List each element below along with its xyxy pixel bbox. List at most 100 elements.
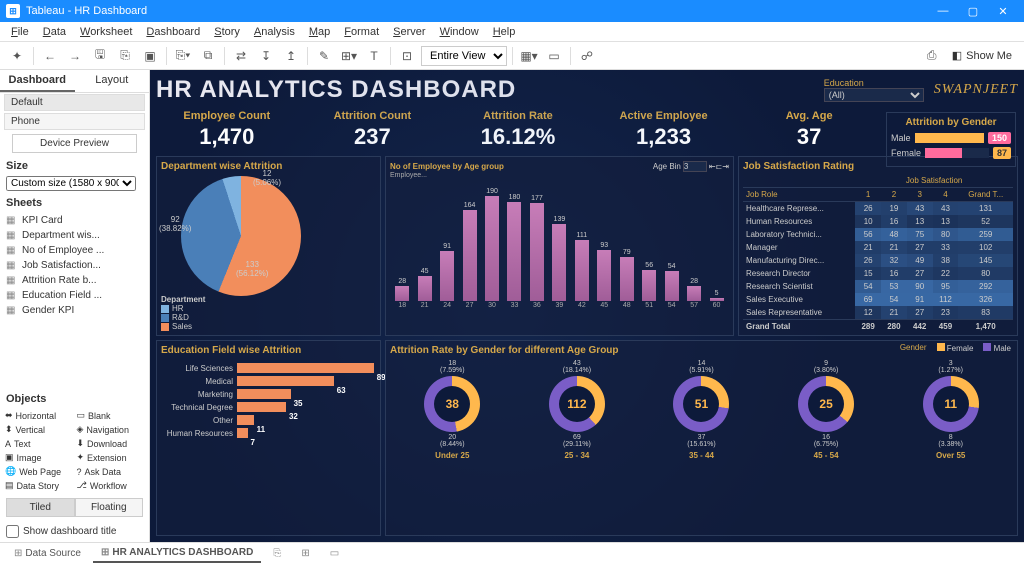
- sort-asc-button[interactable]: ↧: [255, 46, 277, 66]
- author-logo: SWAPNJEET: [934, 82, 1018, 98]
- age-bin-control[interactable]: Age Bin ⇤⊏⇥: [653, 161, 729, 172]
- forward-button[interactable]: →: [64, 46, 86, 66]
- donut-over-55: 3(1.27%)118(3.38%)Over 55: [923, 360, 979, 460]
- new-datasource-button[interactable]: ⎘: [114, 46, 136, 66]
- minimize-button[interactable]: —: [928, 5, 958, 17]
- menu-help[interactable]: Help: [486, 24, 523, 40]
- device-phone[interactable]: Phone: [4, 113, 145, 130]
- show-title-input[interactable]: [6, 525, 19, 538]
- sheet-item[interactable]: ▦Job Satisfaction...: [0, 258, 149, 273]
- guide-icon[interactable]: ⎙: [921, 46, 943, 66]
- age-histogram: 2818452191241642719030180331773613939111…: [390, 179, 729, 309]
- object-data-story[interactable]: ▤Data Story: [4, 479, 74, 492]
- share-button[interactable]: ☍: [576, 46, 598, 66]
- menu-story[interactable]: Story: [207, 24, 247, 40]
- object-ask-data[interactable]: ?Ask Data: [76, 465, 146, 478]
- sheet-item[interactable]: ▦No of Employee ...: [0, 243, 149, 258]
- menu-data[interactable]: Data: [36, 24, 73, 40]
- show-title-checkbox[interactable]: Show dashboard title: [0, 521, 149, 542]
- object-web-page[interactable]: 🌐Web Page: [4, 465, 74, 478]
- tiled-button[interactable]: Tiled: [6, 498, 75, 517]
- pause-button[interactable]: ▣: [139, 46, 161, 66]
- kpi-card: Employee Count1,470: [156, 108, 298, 152]
- maximize-button[interactable]: ▢: [958, 5, 988, 18]
- size-selector[interactable]: Custom size (1580 x 900): [6, 176, 136, 191]
- sheet-tabs: ⊞Data Source ⊞HR ANALYTICS DASHBOARD ⎘ ⊞…: [0, 542, 1024, 564]
- sheet-item[interactable]: ▦Gender KPI: [0, 303, 149, 318]
- fit-selector[interactable]: Entire View: [421, 46, 507, 66]
- sheet-item[interactable]: ▦KPI Card: [0, 213, 149, 228]
- object-workflow[interactable]: ⎇Workflow: [76, 479, 146, 492]
- device-default[interactable]: Default: [4, 94, 145, 111]
- labels-button[interactable]: T: [363, 46, 385, 66]
- dashboard-canvas[interactable]: HR ANALYTICS DASHBOARD Education (All) S…: [150, 70, 1024, 542]
- show-me-button[interactable]: ◧Show Me: [946, 49, 1018, 62]
- object-icon: ◈: [77, 424, 84, 435]
- donut-under-25: 18(7.59%)3820(8.44%)Under 25: [424, 360, 480, 460]
- sort-desc-button[interactable]: ↥: [280, 46, 302, 66]
- object-horizontal[interactable]: ⬌Horizontal: [4, 409, 74, 422]
- donut-35---44: 14(5.91%)5137(15.61%)35 - 44: [673, 360, 729, 460]
- highlight-button[interactable]: ✎: [313, 46, 335, 66]
- gender-title: Attrition by Gender: [891, 117, 1011, 128]
- education-attrition-card[interactable]: Education Field wise Attrition Life Scie…: [156, 340, 381, 536]
- new-worksheet-tab[interactable]: ⎘: [265, 545, 289, 562]
- cards-button[interactable]: ▦▾: [518, 46, 540, 66]
- object-extension[interactable]: ✦Extension: [76, 451, 146, 464]
- fix-axes-button[interactable]: ⊡: [396, 46, 418, 66]
- object-blank[interactable]: ▭Blank: [76, 409, 146, 422]
- jobsat-table: Job SatisfactionJob Role1234Grand T...He…: [743, 174, 1013, 333]
- swap-button[interactable]: ⇄: [230, 46, 252, 66]
- education-filter[interactable]: (All): [824, 88, 924, 102]
- age-histogram-card[interactable]: No of Employee by Age group Age Bin ⇤⊏⇥ …: [385, 156, 734, 336]
- slider-icon[interactable]: ⇤⊏⇥: [709, 162, 729, 171]
- education-label: Education: [824, 78, 924, 88]
- object-text[interactable]: AText: [4, 437, 74, 450]
- tab-layout[interactable]: Layout: [75, 70, 150, 92]
- menu-worksheet[interactable]: Worksheet: [73, 24, 139, 40]
- close-button[interactable]: ✕: [988, 5, 1018, 18]
- kpi-card: Avg. Age37: [738, 108, 880, 152]
- sheet-icon: ▦: [6, 230, 18, 241]
- object-icon: ✦: [77, 452, 85, 463]
- new-story-tab[interactable]: ▭: [322, 545, 347, 562]
- age-bin-input[interactable]: [683, 161, 707, 172]
- device-preview-button[interactable]: Device Preview: [12, 134, 137, 153]
- back-button[interactable]: ←: [39, 46, 61, 66]
- sheet-item[interactable]: ▦Attrition Rate b...: [0, 273, 149, 288]
- object-download[interactable]: ⬇Download: [76, 437, 146, 450]
- menu-analysis[interactable]: Analysis: [247, 24, 302, 40]
- left-panel: Dashboard Layout Default Phone Device Pr…: [0, 70, 150, 542]
- menu-server[interactable]: Server: [386, 24, 432, 40]
- duplicate-button[interactable]: ⧉: [197, 46, 219, 66]
- object-vertical[interactable]: ⬍Vertical: [4, 423, 74, 436]
- menu-window[interactable]: Window: [433, 24, 486, 40]
- menu-dashboard[interactable]: Dashboard: [139, 24, 207, 40]
- new-dashboard-tab[interactable]: ⊞: [293, 545, 317, 562]
- tab-dashboard[interactable]: Dashboard: [0, 70, 75, 92]
- new-worksheet-button[interactable]: ⎘▾: [172, 46, 194, 66]
- sheet-item[interactable]: ▦Department wis...: [0, 228, 149, 243]
- floating-button[interactable]: Floating: [75, 498, 144, 517]
- dept-attrition-card[interactable]: Department wise Attrition 133(56.12%) 92…: [156, 156, 381, 336]
- menu-map[interactable]: Map: [302, 24, 337, 40]
- active-sheet-tab[interactable]: ⊞HR ANALYTICS DASHBOARD: [93, 544, 261, 563]
- titlebar: ⊞ Tableau - HR Dashboard — ▢ ✕: [0, 0, 1024, 22]
- save-button[interactable]: 🖫: [89, 46, 111, 66]
- tableau-logo-icon[interactable]: ✦: [6, 46, 28, 66]
- kpi-card: Attrition Rate16.12%: [447, 108, 589, 152]
- menu-file[interactable]: File: [4, 24, 36, 40]
- attrition-by-gender-card[interactable]: Attrition by Gender Male150 Female87: [886, 112, 1016, 167]
- job-satisfaction-card[interactable]: Job Satisfaction Rating Job Satisfaction…: [738, 156, 1018, 336]
- attrition-by-gender-age-card[interactable]: Attrition Rate by Gender for different A…: [385, 340, 1018, 536]
- group-button[interactable]: ⊞▾: [338, 46, 360, 66]
- object-icon: 🌐: [5, 466, 16, 477]
- sheet-item[interactable]: ▦Education Field ...: [0, 288, 149, 303]
- kpi-card: Attrition Count237: [302, 108, 444, 152]
- sheet-icon: ▦: [6, 215, 18, 226]
- menu-format[interactable]: Format: [337, 24, 386, 40]
- datasource-tab[interactable]: ⊞Data Source: [6, 545, 89, 562]
- object-image[interactable]: ▣Image: [4, 451, 74, 464]
- object-navigation[interactable]: ◈Navigation: [76, 423, 146, 436]
- presentation-button[interactable]: ▭: [543, 46, 565, 66]
